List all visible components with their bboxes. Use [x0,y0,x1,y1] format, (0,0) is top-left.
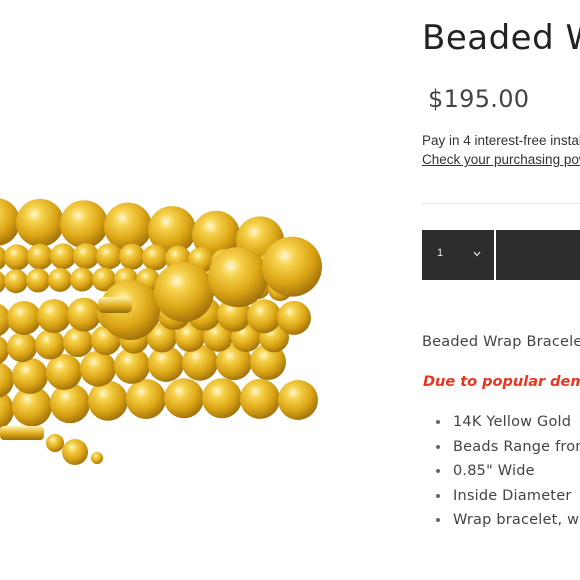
bead [67,297,101,332]
list-item: 14K Yellow Gold [422,412,580,437]
bead [154,261,214,322]
bead [46,434,64,452]
bead [50,243,76,270]
bead [4,244,30,271]
bead [142,244,168,271]
installments-text: Pay in 4 interest-free installments [422,133,580,148]
bullet-icon [436,444,440,449]
quantity-value: 1 [437,247,444,259]
bead [70,267,94,292]
product-info: Beaded Wrap Bracelet $195.00 Pay in 4 in… [422,0,580,580]
feature-text: 0.85" Wide [453,463,535,479]
bead [50,383,90,424]
bead [12,357,48,394]
demand-notice: Due to popular demand [423,374,580,390]
bead [26,268,50,293]
bead [262,236,322,297]
product-title: Beaded Wrap Bracelet [422,18,580,58]
bead [62,439,88,465]
bead [48,267,72,292]
bead [7,332,37,363]
bead [73,243,99,270]
bullet-icon [436,493,440,498]
bead [119,243,145,270]
list-item: Wrap bracelet, w [422,510,580,535]
bead [247,299,281,334]
bead [0,362,14,398]
bead [80,350,116,387]
bead [126,379,166,420]
feature-text: 14K Yellow Gold [453,414,572,430]
bead [104,202,152,251]
bead [164,378,204,419]
bead [16,198,64,247]
feature-text: Beads Range from [453,438,580,455]
add-to-cart-button[interactable] [496,230,580,280]
feature-text: Inside Diameter [453,487,572,504]
bead [63,327,93,358]
divider [422,203,580,204]
bead [96,243,122,270]
bullet-icon [436,518,440,522]
bead [240,378,280,419]
product-description: Beaded Wrap Bracelet [422,334,580,350]
bullet-icon [436,420,440,424]
purchasing-power-link[interactable]: Check your purchasing power [422,152,580,167]
bead [278,379,318,420]
quantity-select[interactable]: 1 [422,230,494,280]
product-image[interactable] [0,0,400,580]
bead [277,300,311,335]
bead [88,380,128,421]
bead-layer [0,198,322,465]
list-item: Inside Diameter [422,486,580,511]
bullet-icon [436,469,440,473]
bead [202,378,242,419]
product-page: Beaded Wrap Bracelet $195.00 Pay in 4 in… [0,0,580,580]
list-item: 0.85" Wide [422,461,580,486]
bead [27,243,53,270]
chevron-down-icon [473,251,481,257]
bead [4,269,28,294]
bead [35,329,65,360]
bead [60,200,108,249]
list-item: Beads Range from [422,437,580,462]
product-price: $195.00 [428,85,530,113]
bead [37,299,71,334]
bracelet-illustration [0,198,322,465]
feature-text: Wrap bracelet, w [453,512,580,528]
bead [208,247,268,308]
bead [7,300,41,335]
feature-list: 14K Yellow Gold Beads Range from 0.85" W… [422,412,580,535]
